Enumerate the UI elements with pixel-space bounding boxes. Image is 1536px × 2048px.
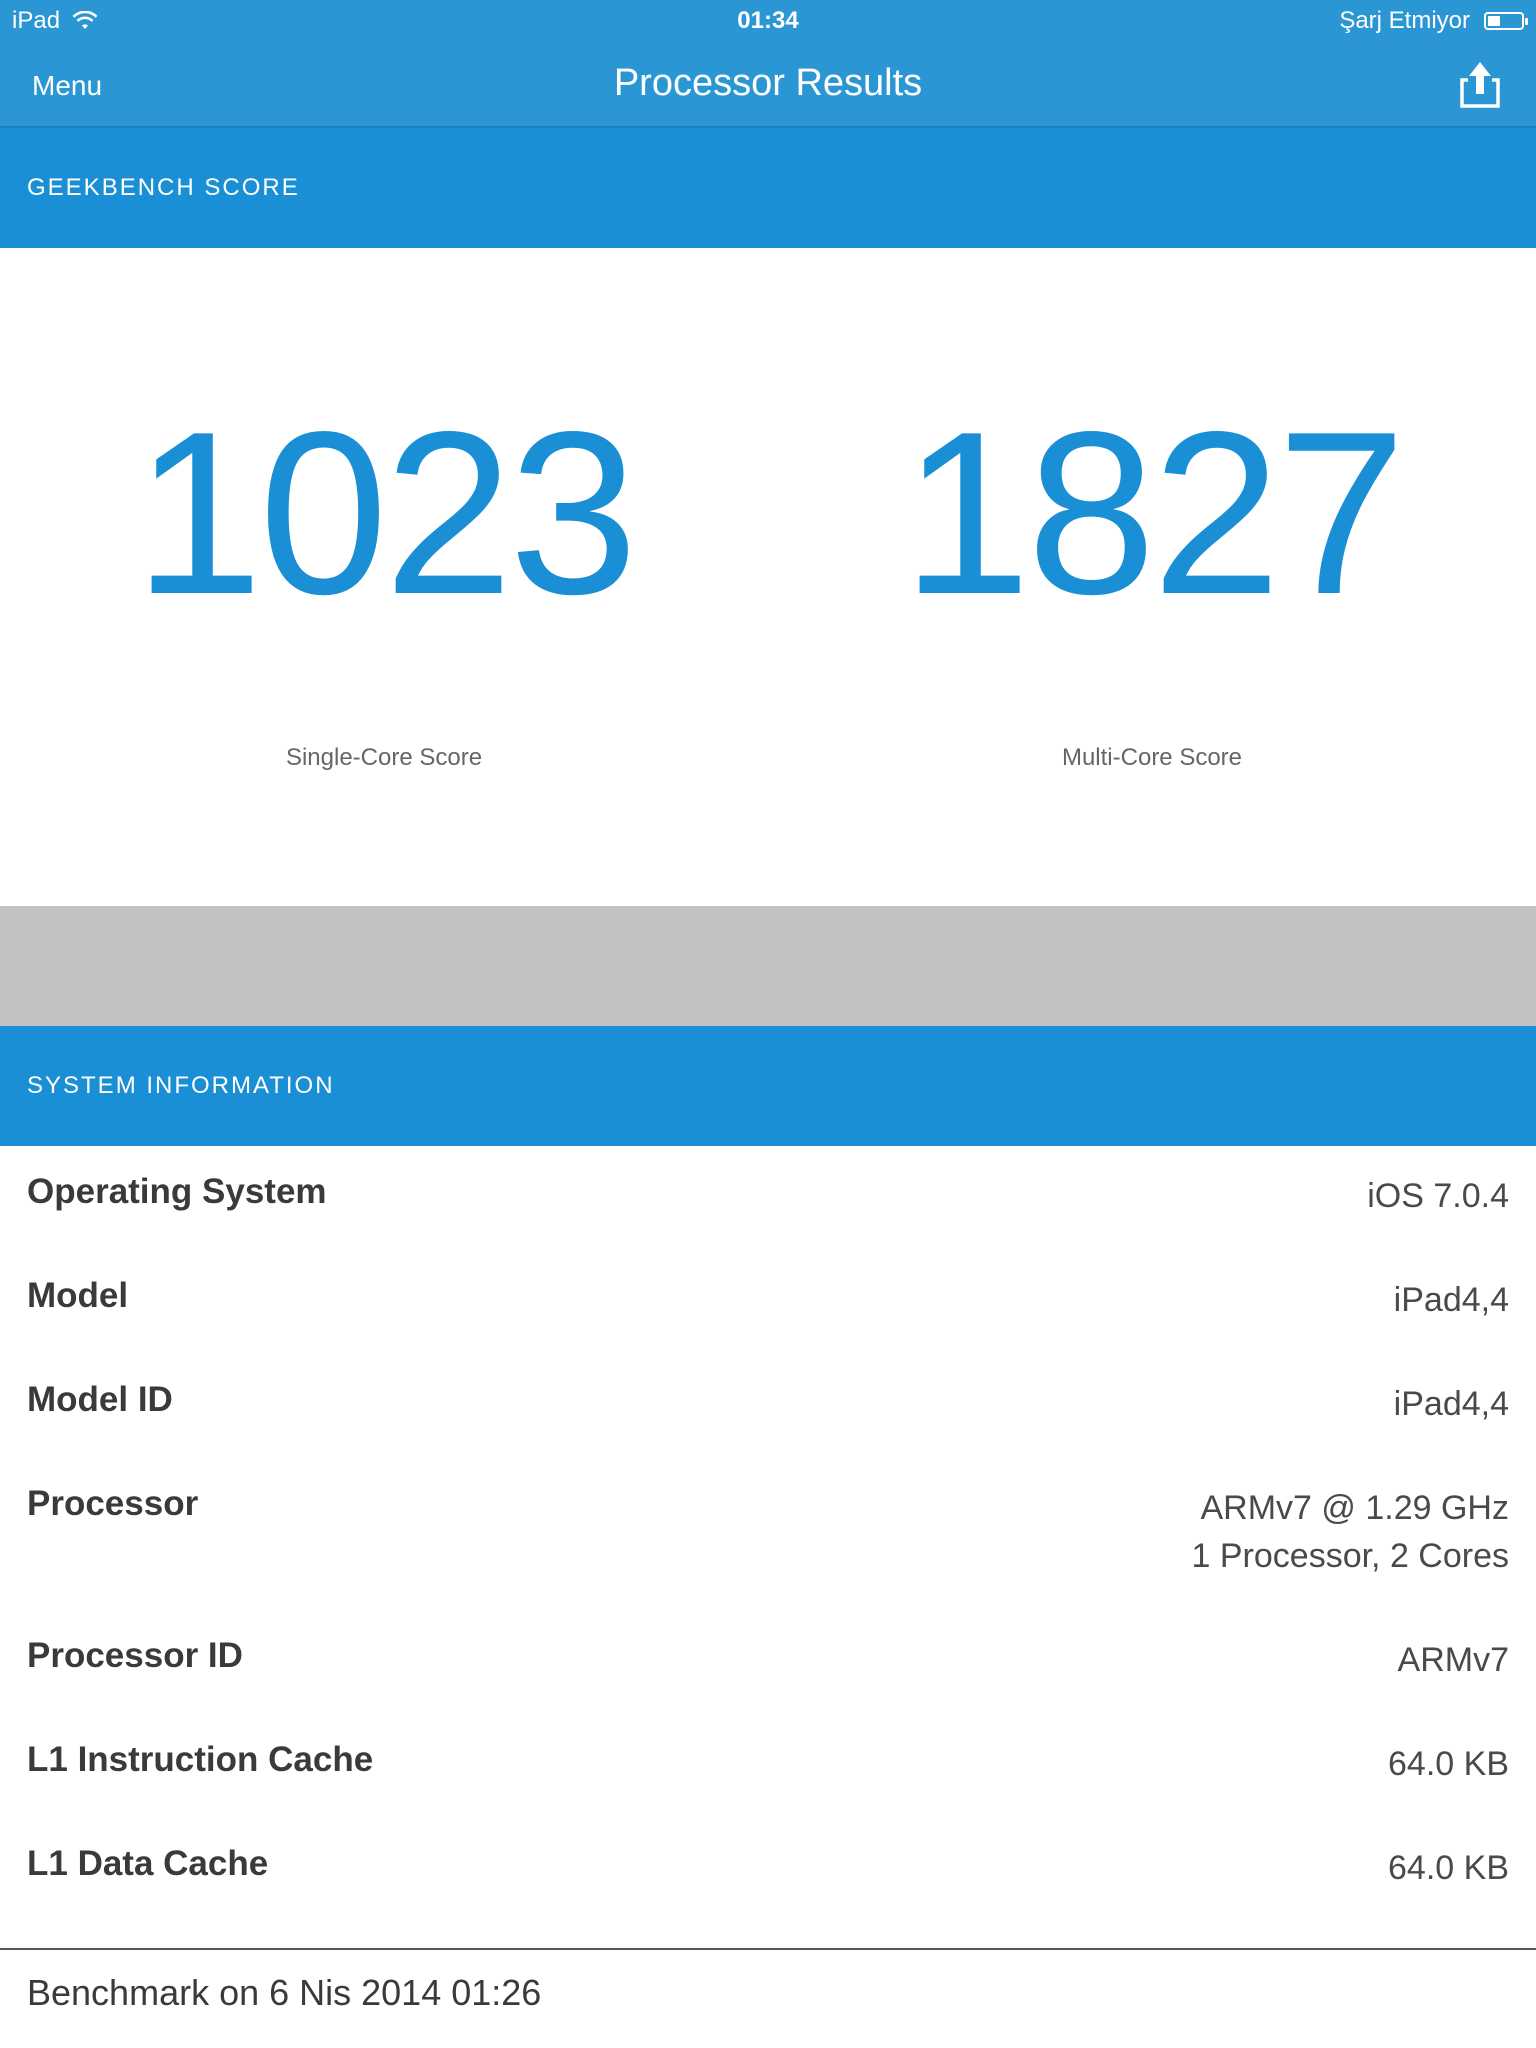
single-core-label: Single-Core Score — [285, 744, 483, 771]
info-value: iOS 7.0.4 — [1367, 1177, 1509, 1215]
info-key: L1 Instruction Cache — [27, 1740, 374, 1779]
multi-core-label: Multi-Core Score — [1061, 744, 1243, 771]
info-key: L1 Data Cache — [27, 1844, 269, 1883]
page-title: Processor Results — [613, 62, 923, 104]
info-key: Operating System — [27, 1172, 327, 1211]
info-key: Model ID — [27, 1380, 173, 1419]
multi-core-score: 1827 — [901, 384, 1406, 643]
info-value: ARMv7 — [1397, 1641, 1509, 1679]
share-icon — [1460, 62, 1500, 108]
benchmark-date: Benchmark on 6 Nis 2014 01:26 — [27, 1972, 542, 2013]
info-key: Processor ID — [27, 1636, 243, 1675]
share-button[interactable] — [1452, 56, 1508, 112]
status-bar: iPad 01:34 Şarj Etmiyor — [0, 0, 1536, 42]
footer-divider — [0, 1948, 1536, 1950]
info-key: Model — [27, 1276, 129, 1315]
system-information-header: SYSTEM INFORMATION — [0, 1026, 1536, 1146]
status-right: Şarj Etmiyor — [1339, 7, 1528, 35]
processor-cores: 1 Processor, 2 Cores — [1191, 1537, 1509, 1575]
status-time: 01:34 — [737, 7, 799, 34]
info-value: iPad4,4 — [1393, 1281, 1509, 1319]
section-divider — [0, 906, 1536, 1026]
info-value: iPad4,4 — [1393, 1385, 1509, 1423]
battery-icon — [1484, 12, 1528, 30]
single-core-score: 1023 — [133, 384, 638, 643]
geekbench-score-header: GEEKBENCH SCORE — [0, 128, 1536, 248]
score-panel: 1023 Single-Core Score 1827 Multi-Core S… — [0, 248, 1536, 906]
info-key: Processor — [27, 1484, 199, 1523]
info-value: ARMv7 @ 1.29 GHz 1 Processor, 2 Cores — [1192, 1484, 1509, 1580]
navigation-bar: Menu Processor Results — [0, 42, 1536, 128]
geekbench-score-title: GEEKBENCH SCORE — [27, 174, 300, 201]
charging-status: Şarj Etmiyor — [1339, 7, 1470, 34]
system-information-title: SYSTEM INFORMATION — [27, 1072, 335, 1099]
info-value: 64.0 KB — [1388, 1849, 1509, 1887]
processor-speed: ARMv7 @ 1.29 GHz — [1200, 1489, 1510, 1527]
info-value: 64.0 KB — [1388, 1745, 1509, 1783]
